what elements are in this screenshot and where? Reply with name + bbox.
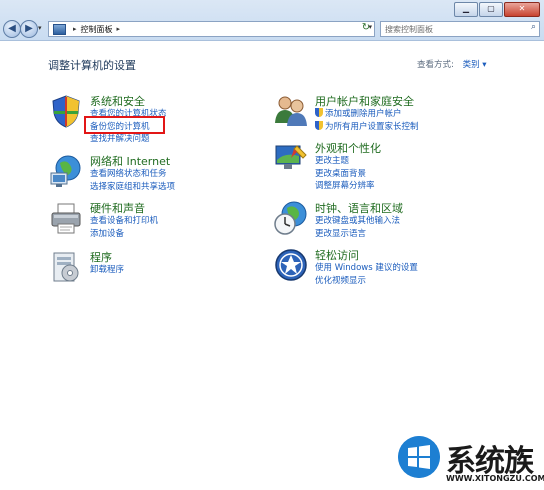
category-links: 更改主题 更改桌面背景 调整屏幕分辨率: [315, 155, 375, 193]
category-title[interactable]: 用户帐户和家庭安全: [315, 93, 414, 109]
category-title[interactable]: 程序: [90, 249, 112, 265]
uac-shield-icon: [315, 108, 323, 117]
window-top-bar: ▁ ▢ ✕ ◀ ▶ ▾ ▸ 控制面板 ▸ ▾ ↻ 搜索控制面板 ⌕: [0, 0, 544, 41]
link-add-device[interactable]: 添加设备: [90, 228, 158, 241]
link-devices-printers[interactable]: 查看设备和打印机: [90, 215, 158, 228]
programs-icon[interactable]: [48, 249, 84, 285]
view-by-label: 查看方式:: [417, 60, 454, 70]
address-separator: ▸: [73, 25, 77, 33]
link-network-status[interactable]: 查看网络状态和任务: [90, 168, 175, 181]
close-button[interactable]: ✕: [504, 2, 540, 17]
page-title: 调整计算机的设置: [48, 59, 136, 72]
search-input[interactable]: 搜索控制面板 ⌕: [380, 21, 540, 37]
link-add-remove-accounts[interactable]: 添加或删除用户帐户: [315, 108, 419, 121]
printer-icon[interactable]: [48, 200, 84, 236]
category-title[interactable]: 时钟、语言和区域: [315, 200, 403, 216]
clock-globe-icon[interactable]: [273, 200, 309, 236]
link-change-background[interactable]: 更改桌面背景: [315, 168, 375, 181]
forward-button[interactable]: ▶: [20, 20, 38, 38]
search-placeholder: 搜索控制面板: [385, 24, 433, 34]
link-change-display-language[interactable]: 更改显示语言: [315, 228, 400, 241]
link-change-theme[interactable]: 更改主题: [315, 155, 375, 168]
category-links: 使用 Windows 建议的设置 优化视频显示: [315, 262, 418, 287]
link-optimize-visual-display[interactable]: 优化视频显示: [315, 275, 418, 288]
category-title[interactable]: 网络和 Internet: [90, 153, 170, 169]
category-title[interactable]: 硬件和声音: [90, 200, 145, 216]
view-by-dropdown[interactable]: 类别 ▾: [463, 60, 487, 70]
breadcrumb-control-panel[interactable]: 控制面板: [81, 24, 113, 35]
category-links: 更改键盘或其他输入法 更改显示语言: [315, 215, 400, 240]
link-text: 为所有用户设置家长控制: [325, 121, 419, 132]
link-troubleshoot[interactable]: 查找并解决问题: [90, 133, 167, 146]
link-uninstall-program[interactable]: 卸载程序: [90, 264, 124, 277]
link-windows-recommended-settings[interactable]: 使用 Windows 建议的设置: [315, 262, 418, 275]
ease-of-access-icon[interactable]: [273, 247, 309, 283]
monitor-paint-icon[interactable]: [273, 140, 309, 176]
maximize-button[interactable]: ▢: [479, 2, 503, 17]
link-parental-controls[interactable]: 为所有用户设置家长控制: [315, 120, 419, 134]
window-controls: ▁ ▢ ✕: [454, 2, 540, 17]
annotation-highlight-box: [84, 116, 165, 134]
category-title[interactable]: 系统和安全: [90, 93, 145, 109]
category-links: 查看设备和打印机 添加设备: [90, 215, 158, 240]
address-bar[interactable]: ▸ 控制面板 ▸ ▾: [48, 21, 375, 37]
link-change-keyboard[interactable]: 更改键盘或其他输入法: [315, 215, 400, 228]
recent-pages-dropdown-icon[interactable]: ▾: [38, 24, 42, 32]
minimize-button[interactable]: ▁: [454, 2, 478, 17]
refresh-icon[interactable]: ↻: [359, 22, 373, 34]
uac-shield-icon: [315, 120, 323, 130]
users-icon[interactable]: [273, 93, 309, 129]
category-title[interactable]: 外观和个性化: [315, 140, 381, 156]
view-by: 查看方式: 类别 ▾: [417, 58, 487, 70]
control-panel-icon: [53, 23, 66, 35]
link-screen-resolution[interactable]: 调整屏幕分辨率: [315, 180, 375, 193]
windows-logo-icon: [398, 436, 440, 478]
watermark: 系统族 WWW.XITONGZU.COM: [394, 432, 544, 490]
address-separator: ▸: [116, 25, 121, 33]
watermark-url: WWW.XITONGZU.COM: [446, 474, 544, 483]
link-text: 添加或删除用户帐户: [325, 109, 402, 119]
back-button[interactable]: ◀: [3, 20, 21, 38]
category-links: 查看网络状态和任务 选择家庭组和共享选项: [90, 168, 175, 193]
category-title[interactable]: 轻松访问: [315, 247, 359, 263]
link-homegroup-sharing[interactable]: 选择家庭组和共享选项: [90, 181, 175, 194]
search-icon[interactable]: ⌕: [531, 22, 536, 32]
category-links: 卸载程序: [90, 264, 124, 277]
shield-flag-icon[interactable]: [48, 93, 84, 129]
network-globe-icon[interactable]: [48, 153, 84, 189]
category-links: 添加或删除用户帐户 为所有用户设置家长控制: [315, 108, 419, 133]
